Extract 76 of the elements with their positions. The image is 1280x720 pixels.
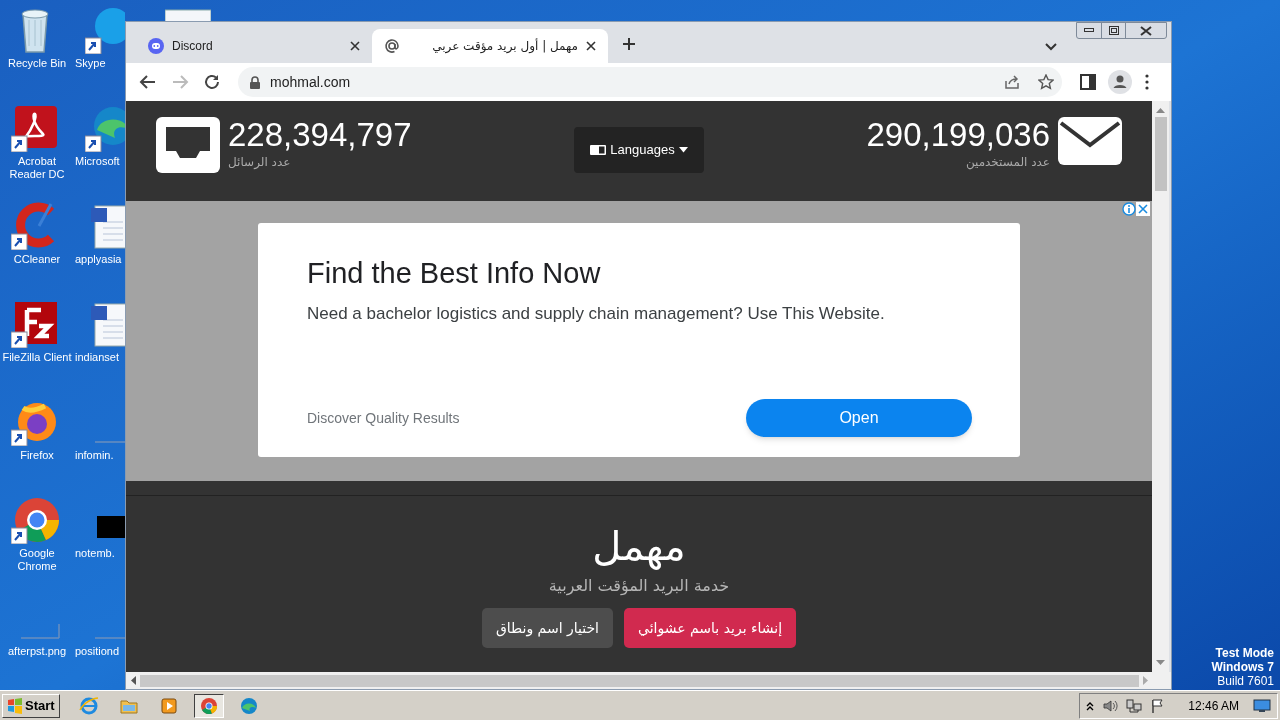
desktop-icon-label[interactable]: Microsoft xyxy=(75,155,120,168)
start-button[interactable]: Start xyxy=(2,693,60,718)
action-button[interactable]: إنشاء بريد باسم عشوائي xyxy=(624,608,797,648)
url-text: mohmal.com xyxy=(270,72,351,92)
desktop-icon-label[interactable]: infomin. xyxy=(75,449,114,462)
show-desktop-icon[interactable] xyxy=(1253,698,1271,713)
address-bar[interactable]: mohmal.com xyxy=(238,67,1062,97)
profile-icon[interactable] xyxy=(1108,70,1132,94)
ad-title: Find the Best Info Now xyxy=(307,256,602,291)
desktop-icon-label[interactable]: Recycle Bin xyxy=(7,57,67,70)
network-icon[interactable] xyxy=(1126,697,1143,714)
star-icon[interactable] xyxy=(1038,74,1054,90)
action-button[interactable]: اختيار اسم ونطاق xyxy=(481,608,613,648)
desktop-icon-label[interactable]: Firefox xyxy=(20,449,54,462)
plus-icon xyxy=(622,37,636,51)
windows-logo-icon xyxy=(7,697,23,714)
vertical-scrollbar[interactable] xyxy=(1152,101,1169,672)
envelope-icon xyxy=(1058,117,1122,165)
chat-app-icon[interactable] xyxy=(85,6,125,54)
desktop-icon-label[interactable]: afterpst.png xyxy=(7,645,67,658)
os-notice-text: Test Mode xyxy=(1215,646,1274,660)
desktop-icon-label[interactable]: positiond xyxy=(75,645,120,658)
inbox-icon xyxy=(156,117,220,173)
close-icon[interactable] xyxy=(350,41,360,51)
scroll-left-arrow-icon[interactable] xyxy=(130,676,136,685)
desktop-icon-label[interactable]: CCleaner xyxy=(13,253,61,266)
browser-icon xyxy=(78,695,99,716)
open-button[interactable]: Open xyxy=(746,399,972,437)
os-notice-text: Windows 7 xyxy=(1211,660,1274,674)
tab-title: Discord xyxy=(172,38,214,55)
tab-list-chevron-icon[interactable] xyxy=(1045,43,1057,51)
stat-label: عدد الرسائل xyxy=(228,154,291,171)
desktop-icon-label[interactable]: applyasia xyxy=(75,253,122,266)
browser-tab[interactable]: مهمل | أول بريد مؤقت عربي xyxy=(372,29,608,63)
desktop-icon-label[interactable]: Acrobat Reader DC xyxy=(0,155,74,181)
stat-label: عدد المستخدمين xyxy=(965,154,1050,171)
caret-icon xyxy=(678,147,688,153)
stat-count: 290,199,036 xyxy=(866,117,1050,153)
clock[interactable]: 12:46 AM xyxy=(1188,696,1239,715)
close-icon xyxy=(1140,25,1152,36)
tagline: خدمة البريد المؤقت العربية xyxy=(548,575,730,598)
scroll-down-arrow-icon[interactable] xyxy=(1156,660,1165,666)
scrollbar-thumb[interactable] xyxy=(1154,117,1167,191)
at-sign-icon xyxy=(384,38,400,54)
tab-title: مهمل | أول بريد مؤقت عربي xyxy=(431,37,578,55)
browser-tab[interactable]: Discord xyxy=(136,29,372,63)
close-icon[interactable] xyxy=(586,41,596,51)
info-icon[interactable] xyxy=(1122,202,1136,216)
desktop-icon-label[interactable]: Skype xyxy=(75,57,106,70)
speaker-icon[interactable] xyxy=(1102,697,1119,714)
menu-icon[interactable] xyxy=(1144,74,1150,90)
translate-icon xyxy=(590,145,607,155)
lock-icon xyxy=(250,75,260,89)
taskbar-app-button[interactable] xyxy=(193,693,224,718)
share-icon[interactable] xyxy=(1004,74,1020,90)
scroll-up-arrow-icon[interactable] xyxy=(1156,107,1165,113)
chat-bubble-icon xyxy=(148,38,164,54)
desktop-icon-label[interactable]: FileZilla Client xyxy=(2,351,72,364)
ad-source-text: Discover Quality Results xyxy=(307,408,460,428)
reload-icon[interactable] xyxy=(202,72,222,92)
os-notice-text: Build 7601 xyxy=(1217,674,1274,688)
ad-text: Need a bachelor logistics and supply chain management? Use This Website. xyxy=(307,303,886,325)
chevron-up-icon[interactable] xyxy=(1086,700,1095,711)
desktop-icon-label[interactable]: Google Chrome xyxy=(0,547,74,573)
site-logo: مهمل xyxy=(592,522,686,570)
media-player-icon xyxy=(158,695,179,716)
browser-icon xyxy=(238,695,259,716)
browser-icon xyxy=(198,695,219,716)
side-panel-icon[interactable] xyxy=(1080,74,1096,90)
desktop-icon-label[interactable]: notemb. xyxy=(75,547,115,560)
minimize-icon xyxy=(1084,28,1094,33)
stat-count: 228,394,797 xyxy=(228,117,412,153)
desktop-icon-label[interactable]: indianset xyxy=(75,351,120,364)
languages-button[interactable]: Languages xyxy=(574,127,704,173)
restore-icon xyxy=(1108,26,1119,35)
horizontal-scrollbar[interactable] xyxy=(126,672,1171,689)
